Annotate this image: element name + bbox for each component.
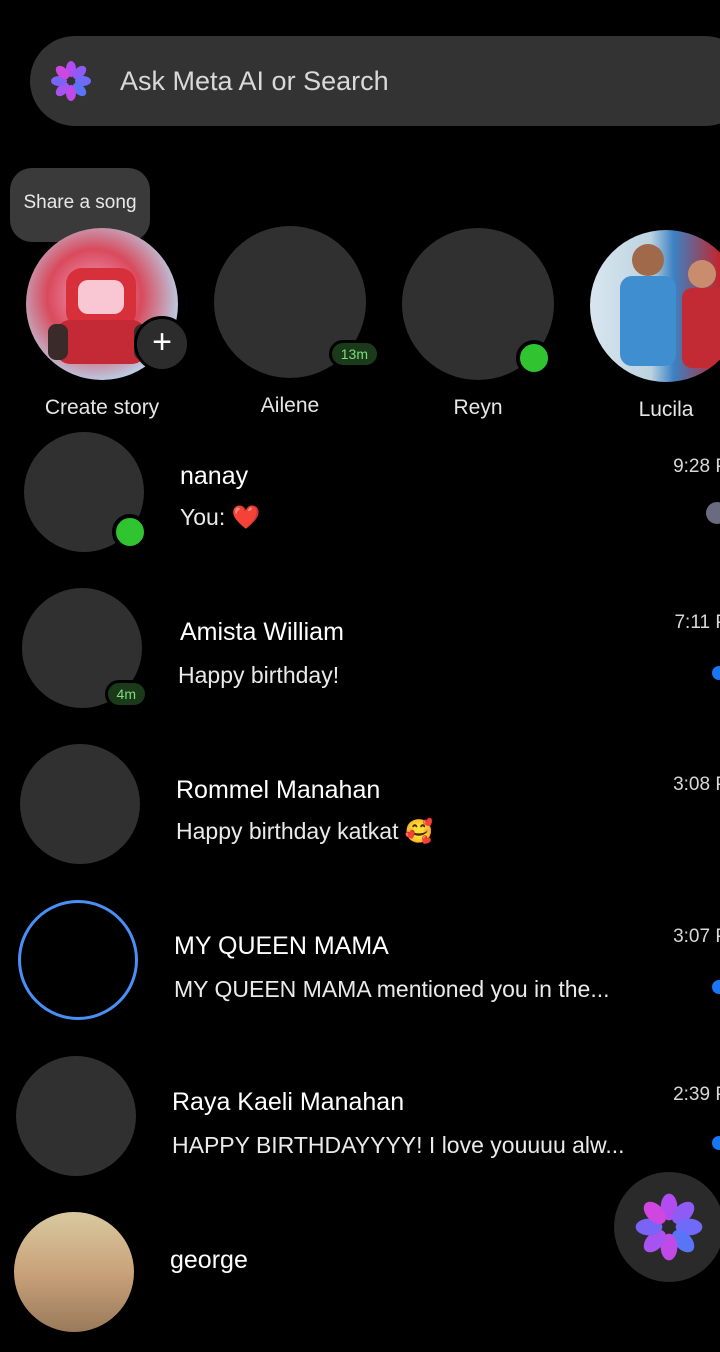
chat-name: Amista William <box>180 618 344 646</box>
chat-time: 9:28 P <box>673 456 720 477</box>
meta-ai-icon <box>51 61 91 101</box>
avatar <box>16 1056 136 1176</box>
unread-indicator <box>712 980 720 994</box>
story-reyn[interactable]: Reyn <box>402 228 554 420</box>
unread-indicator <box>712 666 720 680</box>
chat-preview: HAPPY BIRTHDAYYYY! I love youuuu alw... <box>172 1132 625 1158</box>
chat-time: 2:39 P <box>673 1084 720 1105</box>
avatar: + <box>26 228 190 380</box>
chat-row[interactable]: 4m Amista William Happy birthday! 7:11 P <box>0 586 720 726</box>
avatar <box>20 744 140 864</box>
chat-name: Rommel Manahan <box>176 776 381 804</box>
chat-time: 3:07 P <box>673 926 720 947</box>
chat-preview: Happy birthday katkat 🥰 <box>176 818 434 844</box>
avatar-photo <box>620 244 720 368</box>
search-placeholder: Ask Meta AI or Search <box>120 65 389 96</box>
chat-name: nanay <box>180 462 249 490</box>
chat-time: 3:08 P <box>673 774 720 795</box>
story-label: Reyn <box>453 396 503 419</box>
story-lucila[interactable]: Lucila <box>590 230 720 422</box>
chat-name: MY QUEEN MAMA <box>174 932 389 960</box>
avatar: 13m <box>214 226 380 378</box>
active-time-badge: 13m <box>328 340 380 368</box>
meta-ai-icon <box>635 1193 703 1261</box>
chat-row[interactable]: nanay You: ❤️ 9:28 P <box>0 430 720 570</box>
avatar <box>402 228 554 380</box>
story-label: Ailene <box>260 394 320 417</box>
story-ailene[interactable]: 13m Ailene <box>214 226 380 418</box>
meta-ai-button[interactable] <box>614 1172 720 1282</box>
chat-name: george <box>170 1246 248 1274</box>
chat-preview: You: ❤️ <box>180 504 261 530</box>
active-time-badge: 4m <box>104 680 148 708</box>
chat-preview: MY QUEEN MAMA mentioned you in the... <box>174 976 610 1002</box>
story-label: Lucila <box>638 398 694 421</box>
chat-row[interactable]: Rommel Manahan Happy birthday katkat 🥰 3… <box>0 742 720 882</box>
avatar: 4m <box>22 588 148 708</box>
chat-preview: Happy birthday! <box>178 662 340 688</box>
chat-row[interactable]: Raya Kaeli Manahan HAPPY BIRTHDAYYYY! I … <box>0 1056 720 1196</box>
seen-avatar <box>706 502 720 524</box>
online-indicator <box>516 340 552 376</box>
chat-name: Raya Kaeli Manahan <box>172 1088 405 1116</box>
story-label: Create story <box>44 396 160 419</box>
chat-time: 7:11 P <box>674 612 720 633</box>
unread-indicator <box>712 1136 720 1150</box>
story-create[interactable]: + Create story <box>26 228 190 420</box>
avatar <box>24 432 148 552</box>
add-story-button[interactable]: + <box>134 316 190 372</box>
search-bar[interactable]: Ask Meta AI or Search <box>30 36 720 126</box>
chat-row[interactable]: MY QUEEN MAMA MY QUEEN MAMA mentioned yo… <box>0 898 720 1038</box>
share-song-text: Share a song <box>23 192 137 213</box>
chat-row[interactable]: george <box>0 1212 720 1352</box>
avatar <box>14 1212 134 1332</box>
online-indicator <box>112 514 148 550</box>
avatar <box>590 230 720 382</box>
avatar-story-ring <box>18 900 138 1020</box>
